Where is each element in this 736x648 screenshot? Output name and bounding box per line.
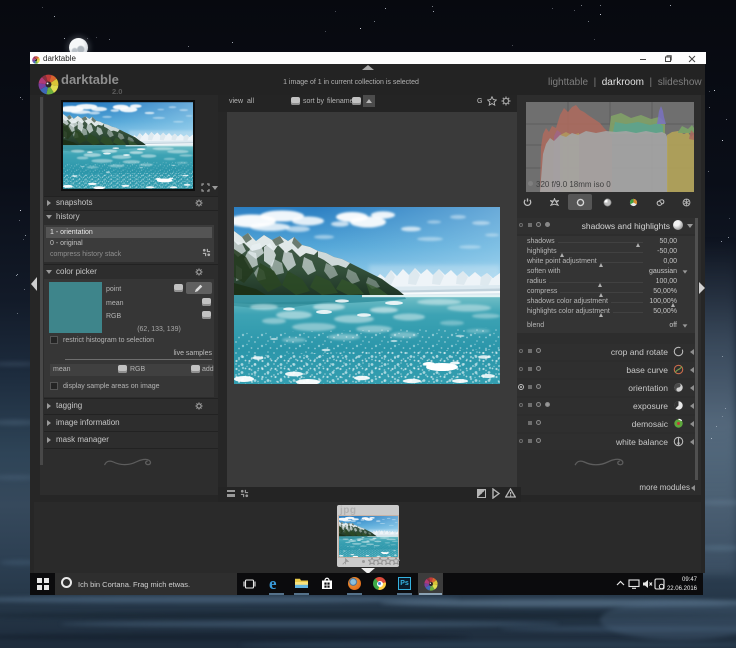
svg-text:320 f/9.0 18mm iso 0: 320 f/9.0 18mm iso 0: [536, 180, 611, 189]
